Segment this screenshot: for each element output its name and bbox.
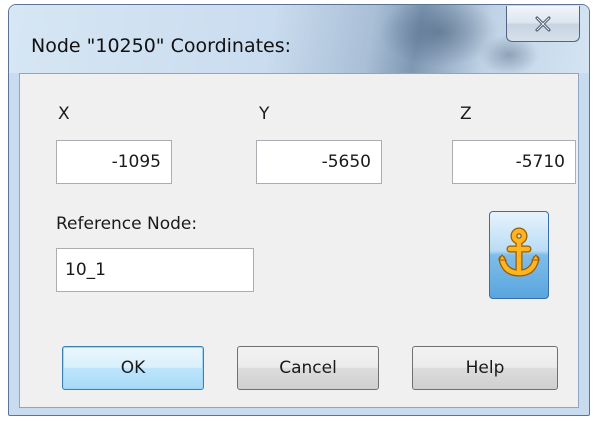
- coordinates-dialog: Node "10250" Coordinates: X Y Z Referenc…: [8, 4, 590, 416]
- title-bar[interactable]: Node "10250" Coordinates:: [9, 5, 589, 73]
- ok-button[interactable]: OK: [62, 346, 204, 390]
- y-coordinate-input[interactable]: [256, 140, 382, 184]
- close-button[interactable]: [506, 6, 580, 42]
- anchor-icon: [497, 227, 541, 283]
- dialog-title: Node "10250" Coordinates:: [31, 35, 292, 57]
- x-label: X: [58, 104, 70, 124]
- z-label: Z: [460, 104, 472, 124]
- reference-node-label: Reference Node:: [56, 214, 198, 234]
- help-button[interactable]: Help: [412, 346, 558, 390]
- reference-node-input[interactable]: [56, 248, 254, 292]
- x-coordinate-input[interactable]: [56, 140, 172, 184]
- anchor-button[interactable]: [489, 211, 549, 299]
- close-icon: [534, 16, 552, 32]
- z-coordinate-input[interactable]: [452, 140, 576, 184]
- dialog-body: X Y Z Reference Node:: [19, 73, 579, 408]
- cancel-button[interactable]: Cancel: [237, 346, 379, 390]
- y-label: Y: [259, 104, 270, 124]
